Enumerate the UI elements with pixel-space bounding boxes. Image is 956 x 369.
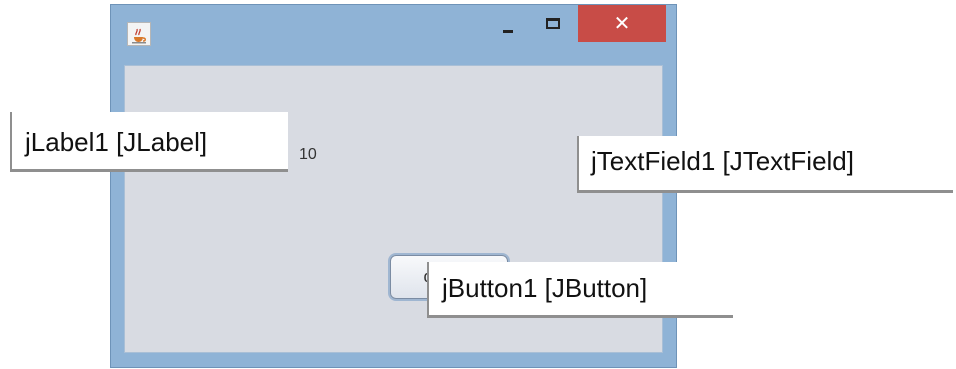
jlabel-value: 10 (299, 146, 317, 163)
maximize-button[interactable] (536, 13, 570, 41)
annotation-jlabel: jLabel1 [JLabel] (10, 112, 288, 172)
java-cup-icon (132, 28, 146, 44)
screenshot-stage: ✕ 10 5 doppio jLabel1 [JLabel] jTextFiel… (0, 0, 956, 369)
close-button[interactable]: ✕ (578, 5, 666, 42)
annotation-jbutton: jButton1 [JButton] (427, 262, 733, 318)
annotation-jtextfield: jTextField1 [JTextField] (577, 136, 953, 193)
minimize-button[interactable] (491, 13, 525, 41)
minimize-icon (503, 30, 513, 33)
maximize-icon (546, 18, 560, 29)
java-icon (127, 22, 151, 46)
window-titlebar[interactable]: ✕ (111, 5, 676, 57)
